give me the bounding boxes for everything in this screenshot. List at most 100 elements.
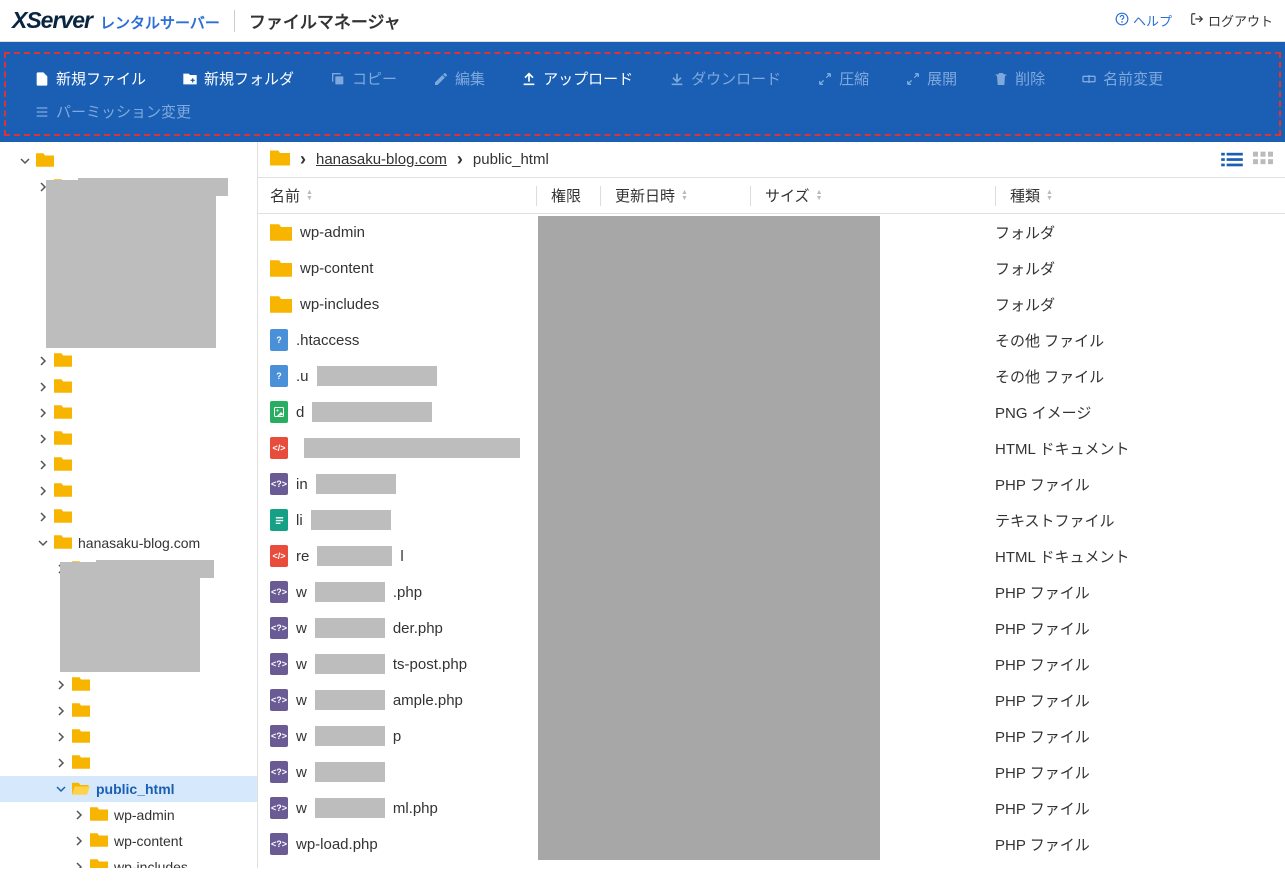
php-icon: <?> <box>270 581 288 603</box>
php-icon: <?> <box>270 797 288 819</box>
rename-button[interactable]: 名前変更 <box>1063 62 1181 95</box>
file-name: .htaccess <box>296 332 359 349</box>
tree-item-public-html[interactable]: public_html <box>0 776 257 802</box>
file-type: フォルダ <box>995 222 1055 243</box>
chevron-right-icon[interactable] <box>36 406 50 420</box>
file-name-suffix: .php <box>393 584 422 601</box>
edit-icon <box>433 71 449 87</box>
help-link[interactable]: ヘルプ <box>1115 11 1172 30</box>
chevron-right-icon[interactable] <box>36 432 50 446</box>
logout-link[interactable]: ログアウト <box>1190 11 1273 30</box>
chevron-right-icon[interactable] <box>36 510 50 524</box>
tree-item-wp-admin[interactable]: wp-admin <box>0 802 257 828</box>
compress-button[interactable]: 圧縮 <box>799 62 887 95</box>
tree-item[interactable] <box>0 452 257 478</box>
list-view-button[interactable] <box>1221 151 1243 169</box>
new-file-button[interactable]: 新規ファイル <box>16 62 164 95</box>
col-type[interactable]: 種類▲▼ <box>995 185 1277 206</box>
folder-icon <box>270 224 292 241</box>
chevron-right-icon[interactable] <box>54 704 68 718</box>
tree-item[interactable] <box>0 724 257 750</box>
file-name: li <box>296 512 303 529</box>
chevron-right-icon[interactable] <box>54 730 68 744</box>
copy-button[interactable]: コピー <box>312 62 415 95</box>
file-name: wp-includes <box>300 296 379 313</box>
file-type: PHP ファイル <box>995 834 1090 855</box>
folder-open-icon <box>72 781 90 798</box>
breadcrumb-root[interactable] <box>270 150 290 169</box>
folder-icon <box>72 703 90 720</box>
chevron-right-icon[interactable] <box>36 484 50 498</box>
chevron-right-icon[interactable] <box>54 756 68 770</box>
upload-button[interactable]: アップロード <box>503 62 651 95</box>
chevron-right-icon[interactable] <box>72 834 86 848</box>
chevron-right-icon[interactable] <box>36 458 50 472</box>
png-icon <box>270 401 288 423</box>
file-name: wp-admin <box>300 224 365 241</box>
new-folder-icon <box>182 71 198 87</box>
tree-item[interactable] <box>0 374 257 400</box>
tree-item[interactable] <box>0 348 257 374</box>
extract-button[interactable]: 展開 <box>887 62 975 95</box>
toolbar-highlight: 新規ファイル 新規フォルダ コピー 編集 アップロード ダウンロード 圧縮 展 <box>4 52 1281 136</box>
sort-icon: ▲▼ <box>816 190 823 202</box>
edit-button[interactable]: 編集 <box>415 62 503 95</box>
tree-item[interactable] <box>0 698 257 724</box>
chevron-right-icon: › <box>300 149 306 170</box>
col-perm[interactable]: 権限 <box>536 185 600 206</box>
sort-icon: ▲▼ <box>681 190 688 202</box>
col-name[interactable]: 名前▲▼ <box>266 185 536 206</box>
delete-button[interactable]: 削除 <box>975 62 1063 95</box>
help-icon <box>1115 12 1129 29</box>
redacted <box>316 474 396 494</box>
tree-item[interactable] <box>0 504 257 530</box>
file-name: .u <box>296 368 309 385</box>
tree-item[interactable] <box>0 750 257 776</box>
redacted <box>315 618 385 638</box>
download-button[interactable]: ダウンロード <box>651 62 799 95</box>
tree-item[interactable] <box>0 478 257 504</box>
folder-icon <box>270 260 292 277</box>
php-icon: <?> <box>270 653 288 675</box>
folder-icon <box>54 405 72 422</box>
chevron-down-icon[interactable] <box>54 782 68 796</box>
breadcrumb-domain[interactable]: hanasaku-blog.com <box>316 151 447 168</box>
folder-icon <box>270 296 292 313</box>
chevron-right-icon[interactable] <box>72 808 86 822</box>
chevron-down-icon[interactable] <box>18 154 32 168</box>
rename-icon <box>1081 71 1097 87</box>
tree-root[interactable] <box>0 148 257 174</box>
chevron-right-icon[interactable] <box>54 678 68 692</box>
redacted <box>315 798 385 818</box>
folder-tree[interactable]: hanasaku-blog.com public_html wp-admin w… <box>0 142 258 868</box>
folder-icon <box>72 677 90 694</box>
tree-item-wp-includes[interactable]: wp-includes <box>0 854 257 868</box>
new-file-icon <box>34 71 50 87</box>
file-type: PHP ファイル <box>995 690 1090 711</box>
php-icon: <?> <box>270 833 288 855</box>
file-name: w <box>296 728 307 745</box>
file-type: その他 ファイル <box>995 330 1104 351</box>
grid-view-button[interactable] <box>1253 151 1273 169</box>
file-type: PHP ファイル <box>995 474 1090 495</box>
file-name-suffix: ml.php <box>393 800 438 817</box>
col-date[interactable]: 更新日時▲▼ <box>600 185 750 206</box>
new-folder-button[interactable]: 新規フォルダ <box>164 62 312 95</box>
copy-icon <box>330 71 346 87</box>
download-icon <box>669 71 685 87</box>
chevron-down-icon[interactable] <box>36 536 50 550</box>
chevron-right-icon[interactable] <box>36 380 50 394</box>
col-size[interactable]: サイズ▲▼ <box>750 185 995 206</box>
tree-item-wp-content[interactable]: wp-content <box>0 828 257 854</box>
tree-item[interactable] <box>0 672 257 698</box>
tree-item[interactable] <box>0 400 257 426</box>
file-type: テキストファイル <box>995 510 1115 531</box>
permission-button[interactable]: パーミッション変更 <box>16 95 209 128</box>
file-name: w <box>296 584 307 601</box>
folder-icon <box>54 457 72 474</box>
chevron-right-icon[interactable] <box>36 354 50 368</box>
tree-item-domain[interactable]: hanasaku-blog.com <box>0 530 257 556</box>
chevron-right-icon[interactable] <box>72 860 86 868</box>
redacted <box>304 438 520 458</box>
tree-item[interactable] <box>0 426 257 452</box>
